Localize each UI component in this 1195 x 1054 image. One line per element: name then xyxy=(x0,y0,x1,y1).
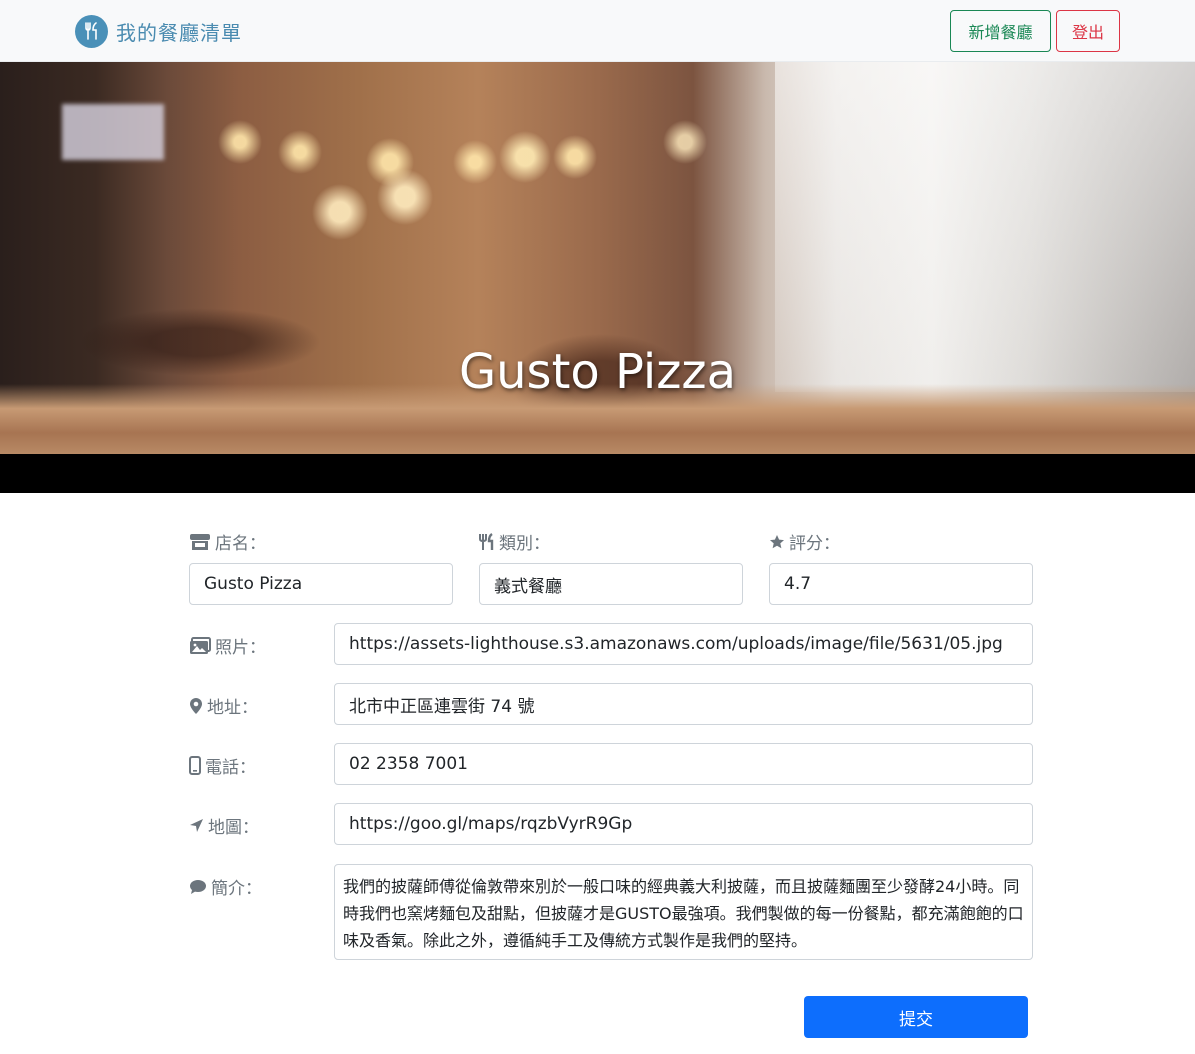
name-input[interactable]: Gusto Pizza xyxy=(189,563,453,605)
location-arrow-icon xyxy=(190,819,203,832)
restaurant-title: Gusto Pizza xyxy=(458,344,737,400)
hero-bottom-bar xyxy=(0,454,1195,493)
image-url-input[interactable]: https://assets-lighthouse.s3.amazonaws.c… xyxy=(334,623,1033,665)
rating-input[interactable]: 4.7 xyxy=(769,563,1033,605)
mobile-icon xyxy=(189,756,201,775)
google-map-label: 地圖： xyxy=(189,813,259,838)
rating-label: 評分： xyxy=(769,529,840,554)
name-label: 店名： xyxy=(189,529,266,554)
brand[interactable]: 我的餐廳清單 xyxy=(75,14,242,48)
description-textarea[interactable]: 我們的披薩師傅從倫敦帶來別於一般口味的經典義大利披薩，而且披薩麵團至少發酵24小… xyxy=(334,864,1033,960)
map-marker-icon xyxy=(190,697,202,714)
utensils-icon xyxy=(75,14,108,48)
hero-background-detail xyxy=(775,62,1195,392)
category-input[interactable]: 義式餐廳 xyxy=(479,563,743,605)
submit-button[interactable]: 提交 xyxy=(804,996,1028,1038)
description-label: 簡介： xyxy=(189,874,262,899)
brand-title: 我的餐廳清單 xyxy=(116,20,242,45)
hero-background-detail xyxy=(62,104,164,160)
phone-input[interactable]: 02 2358 7001 xyxy=(334,743,1033,785)
category-label: 類別： xyxy=(479,529,550,554)
utensils-icon xyxy=(479,532,494,550)
logout-button[interactable]: 登出 xyxy=(1056,10,1120,52)
google-map-input[interactable]: https://goo.gl/maps/rqzbVyrR9Gp xyxy=(334,803,1033,845)
images-icon xyxy=(190,636,211,654)
add-restaurant-button[interactable]: 新增餐廳 xyxy=(950,10,1051,52)
phone-label: 電話： xyxy=(189,753,256,778)
navbar: 我的餐廳清單 新增餐廳 登出 xyxy=(0,0,1195,62)
comment-icon xyxy=(190,879,206,894)
location-input[interactable]: 北市中正區連雲街 74 號 xyxy=(334,683,1033,725)
location-label: 地址： xyxy=(189,693,258,718)
star-icon xyxy=(770,534,784,548)
image-label: 照片： xyxy=(189,633,266,658)
hero-banner: Gusto Pizza xyxy=(0,62,1195,454)
store-icon xyxy=(190,533,210,550)
